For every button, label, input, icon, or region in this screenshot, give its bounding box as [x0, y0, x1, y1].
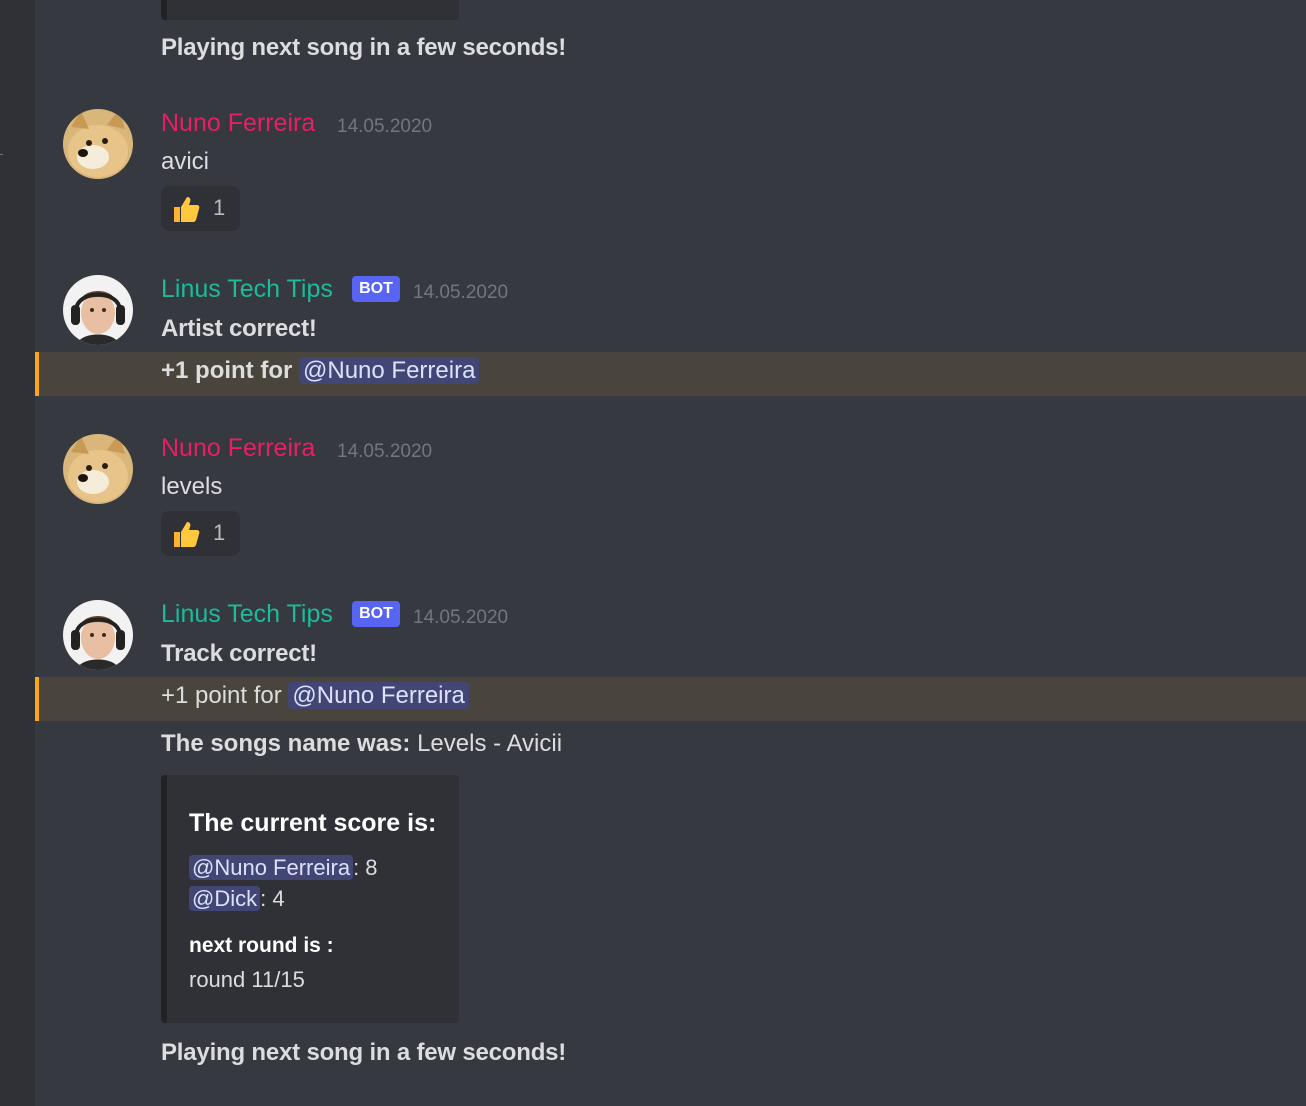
thumbs-up-icon [174, 522, 200, 547]
embed-title: The current score is: [189, 809, 437, 837]
reaction-thumbs-up[interactable]: 1 [161, 186, 240, 231]
nuno-avatar[interactable] [63, 434, 133, 504]
embed-field-value: round 11/15 [189, 967, 305, 992]
message-author[interactable]: Linus Tech Tips [161, 600, 333, 629]
song-name-line: The songs name was: Levels - Avicii [161, 730, 562, 758]
linus-avatar[interactable] [63, 600, 133, 670]
score-line: @Nuno Ferreira: 8 [189, 855, 378, 881]
point-line: +1 point for @Nuno Ferreira [161, 682, 469, 710]
message-author[interactable]: Nuno Ferreira [161, 109, 315, 138]
message-text: avici [161, 148, 210, 175]
message-text: levels [161, 473, 223, 500]
embed-field-name: next round is : [189, 934, 334, 957]
song-label: The songs name was: [161, 730, 411, 757]
user-mention[interactable]: @Nuno Ferreira [189, 855, 354, 880]
playing-next-top: Playing next song in a few seconds! [161, 34, 567, 61]
user-mention[interactable]: @Nuno Ferreira [299, 357, 480, 384]
score-line: @Dick: 4 [189, 886, 285, 912]
channel-sidebar-edge [0, 0, 35, 1106]
message-timestamp: 14.05.2020 [337, 116, 433, 137]
bot-tag: BOT [352, 276, 400, 302]
bot-tag: BOT [352, 601, 400, 627]
point-prefix: +1 point for [161, 682, 282, 709]
playing-next-bottom: Playing next song in a few seconds! [161, 1039, 567, 1066]
score-embed: The current score is: @Nuno Ferreira: 8 … [161, 775, 459, 1023]
reaction-thumbs-up[interactable]: 1 [161, 511, 240, 556]
nuno-avatar[interactable] [63, 109, 133, 179]
score-value: : 8 [353, 855, 378, 880]
linus-avatar[interactable] [63, 275, 133, 345]
user-mention[interactable]: @Dick [189, 886, 261, 911]
sidebar-tick [0, 154, 3, 155]
message-text: Artist correct! [161, 315, 317, 342]
point-prefix: +1 point for [161, 357, 293, 384]
reaction-count: 1 [213, 520, 226, 545]
reaction-count: 1 [213, 195, 226, 220]
message-timestamp: 14.05.2020 [413, 282, 509, 303]
score-value: : 4 [260, 886, 285, 911]
message-author[interactable]: Nuno Ferreira [161, 434, 315, 463]
message-timestamp: 14.05.2020 [413, 607, 509, 628]
message-text: Track correct! [161, 640, 317, 667]
point-line: +1 point for @Nuno Ferreira [161, 357, 480, 385]
song-value: Levels - Avicii [417, 730, 563, 757]
user-mention[interactable]: @Nuno Ferreira [288, 682, 469, 709]
message-timestamp: 14.05.2020 [337, 441, 433, 462]
thumbs-up-icon [174, 197, 200, 222]
previous-embed [161, 0, 459, 20]
message-author[interactable]: Linus Tech Tips [161, 275, 333, 304]
